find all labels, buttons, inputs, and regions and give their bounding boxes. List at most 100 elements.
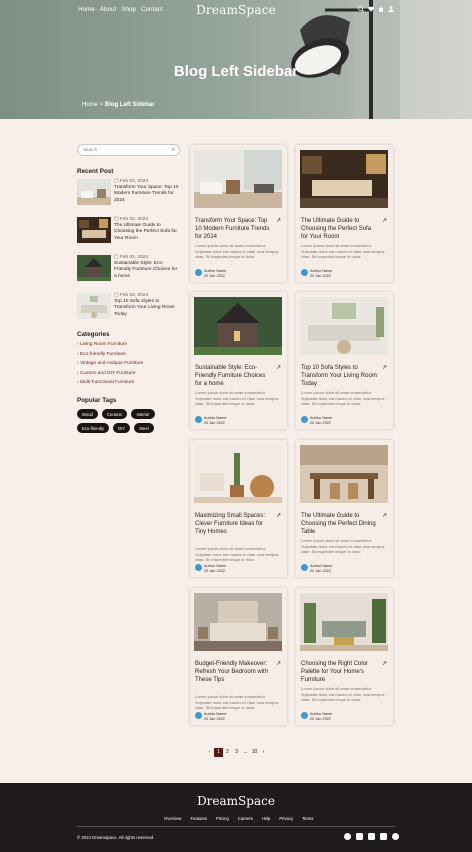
- copyright: © 2024 Dreamspace. All rights reserved.: [77, 835, 155, 840]
- tag-steel[interactable]: Steel: [134, 423, 154, 433]
- arrow-up-right-icon[interactable]: ↗: [276, 364, 281, 371]
- blog-card-title[interactable]: Maximizing Small Spaces: Clever Furnitur…: [195, 512, 273, 536]
- footer-link-terms[interactable]: Terms: [302, 816, 313, 821]
- author-info: Author Name 20 Jan 2022: [204, 712, 227, 721]
- blog-card[interactable]: The Ultimate Guide to Choosing the Perfe…: [296, 145, 393, 282]
- category-item[interactable]: › Multi-Functional Furniture: [77, 380, 180, 385]
- footer-link-privacy[interactable]: Privacy: [279, 816, 293, 821]
- category-item[interactable]: › Living Room Furniture: [77, 342, 180, 347]
- bag-icon[interactable]: [378, 6, 384, 12]
- blog-card[interactable]: Transform Your Space: Top 10 Modern Furn…: [190, 145, 287, 282]
- facebook-icon[interactable]: [344, 833, 351, 840]
- footer-links: Overview Features Pricing Careers Help P…: [164, 816, 322, 821]
- search-input[interactable]: Search ⌕: [77, 144, 180, 156]
- sidebar: Search ⌕ Recent Post ▢ Feb 02, 2024 Trans…: [77, 144, 180, 433]
- recent-post-item[interactable]: ▢ Feb 02, 2024 Sustainable Style: Eco-Fri…: [77, 255, 180, 281]
- blog-card-title[interactable]: Budget-Friendly Makeover: Refresh Your B…: [195, 660, 273, 684]
- arrow-up-right-icon[interactable]: ↗: [382, 217, 387, 224]
- blog-card-title[interactable]: Top 10 Sofa Styles to Transform Your Liv…: [301, 364, 379, 388]
- recent-post-thumbnail: [77, 179, 111, 205]
- arrow-up-right-icon[interactable]: ↗: [276, 512, 281, 519]
- category-item[interactable]: › Vintage and Antique Furniture: [77, 361, 180, 366]
- recent-post-item[interactable]: ▢ Feb 02, 2024 Top 10 Sofa Styles to Tran…: [77, 293, 180, 319]
- heart-icon[interactable]: [368, 6, 374, 12]
- blog-card-title[interactable]: Choosing the Right Color Palette for You…: [301, 660, 379, 684]
- search-icon[interactable]: [358, 6, 365, 13]
- arrow-up-right-icon[interactable]: ↗: [276, 217, 281, 224]
- tag-diy[interactable]: DIY: [113, 423, 131, 433]
- author-info: Author Name 20 Jan 2022: [204, 269, 227, 278]
- recent-post-title[interactable]: Top 10 Sofa Styles to Transform Your Liv…: [114, 299, 180, 318]
- blog-card[interactable]: Choosing the Right Color Palette for You…: [296, 588, 393, 725]
- tag-wood[interactable]: Wood: [77, 409, 98, 419]
- blog-card-title[interactable]: Sustainable Style: Eco-Friendly Furnitur…: [195, 364, 273, 388]
- pagination-next[interactable]: ›: [259, 748, 268, 757]
- blog-card-title[interactable]: The Ultimate Guide to Choosing the Perfe…: [301, 512, 379, 536]
- arrow-up-right-icon[interactable]: ↗: [382, 660, 387, 667]
- blog-card-excerpt: Lorem ipsum dolor sit amet consectetur. …: [195, 546, 279, 562]
- breadcrumb: Home > Blog Left Sidebar: [82, 102, 155, 108]
- author-info: Author Name 20 Jan 2022: [204, 416, 227, 425]
- recent-post-date: ▢ Feb 02, 2024: [114, 179, 149, 184]
- categories-heading: Categories: [77, 331, 110, 338]
- footer-link-pricing[interactable]: Pricing: [216, 816, 229, 821]
- pagination-page-1[interactable]: 1: [214, 748, 223, 757]
- blog-card-excerpt: Lorem ipsum dolor sit amet consectetur. …: [301, 686, 385, 702]
- pagination-page-last[interactable]: 10: [250, 748, 259, 757]
- blog-card[interactable]: Top 10 Sofa Styles to Transform Your Liv…: [296, 292, 393, 429]
- avatar: [301, 712, 308, 719]
- recent-post-item[interactable]: ▢ Feb 02, 2024 The Ultimate Guide to Choo…: [77, 217, 180, 243]
- blog-card-title[interactable]: Transform Your Space: Top 10 Modern Furn…: [195, 217, 273, 241]
- arrow-up-right-icon[interactable]: ↗: [276, 660, 281, 667]
- site-logo[interactable]: DreamSpace: [0, 3, 472, 17]
- recent-post-title[interactable]: Sustainable Style: Eco-Friendly Furnitur…: [114, 261, 180, 280]
- pagination-ellipsis: ...: [243, 749, 248, 755]
- tag-eco-friendly[interactable]: Eco-friendly: [77, 423, 110, 433]
- search-icon[interactable]: ⌕: [172, 147, 175, 154]
- blog-card-image: [194, 593, 282, 651]
- page-title: Blog Left Sidebar: [173, 63, 299, 80]
- pagination-prev[interactable]: ‹: [205, 748, 214, 757]
- recent-post-thumbnail: [77, 217, 111, 243]
- arrow-up-right-icon[interactable]: ↗: [382, 512, 387, 519]
- author-info: Author Name 20 Jan 2022: [204, 564, 227, 573]
- blog-card-excerpt: Lorem ipsum dolor sit amet consectetur. …: [301, 243, 385, 259]
- author-info: Author Name 20 Jan 2022: [310, 564, 333, 573]
- blog-card-image: [194, 150, 282, 208]
- tag-interior[interactable]: Interior: [131, 409, 155, 419]
- blog-card-excerpt: Lorem ipsum dolor sit amet consectetur. …: [195, 694, 279, 710]
- recent-post-item[interactable]: ▢ Feb 02, 2024 Transform Your Space: Top …: [77, 179, 180, 205]
- blog-card-title[interactable]: The Ultimate Guide to Choosing the Perfe…: [301, 217, 379, 241]
- youtube-icon[interactable]: [356, 833, 363, 840]
- recent-post-thumbnail: [77, 293, 111, 319]
- footer: DreamSpace Overview Features Pricing Car…: [0, 783, 472, 852]
- social-links: [344, 833, 399, 840]
- breadcrumb-home[interactable]: Home: [82, 102, 98, 108]
- instagram-icon[interactable]: [392, 833, 399, 840]
- pagination-page-2[interactable]: 2: [223, 748, 232, 757]
- avatar: [195, 269, 202, 276]
- tiktok-icon[interactable]: [380, 833, 387, 840]
- category-item[interactable]: › Eco-friendly Furniture: [77, 352, 180, 357]
- blog-card[interactable]: The Ultimate Guide to Choosing the Perfe…: [296, 440, 393, 577]
- footer-logo[interactable]: DreamSpace: [0, 794, 472, 808]
- footer-link-features[interactable]: Features: [190, 816, 207, 821]
- recent-post-title[interactable]: The Ultimate Guide to Choosing the Perfe…: [114, 223, 180, 242]
- pagination-page-3[interactable]: 3: [232, 748, 241, 757]
- footer-link-help[interactable]: Help: [262, 816, 271, 821]
- recent-post-heading: Recent Post: [77, 168, 114, 175]
- linkedin-icon[interactable]: [368, 833, 375, 840]
- blog-card[interactable]: Sustainable Style: Eco-Friendly Furnitur…: [190, 292, 287, 429]
- footer-link-careers[interactable]: Careers: [238, 816, 253, 821]
- footer-link-overview[interactable]: Overview: [164, 816, 181, 821]
- lamp-illustration: [291, 0, 373, 119]
- tag-ceramic[interactable]: Ceramic: [101, 409, 128, 419]
- blog-card[interactable]: Budget-Friendly Makeover: Refresh Your B…: [190, 588, 287, 725]
- category-item[interactable]: › Custom and DIY Furniture: [77, 371, 180, 376]
- blog-card[interactable]: Maximizing Small Spaces: Clever Furnitur…: [190, 440, 287, 577]
- author-info: Author Name 20 Jan 2022: [310, 712, 333, 721]
- arrow-up-right-icon[interactable]: ↗: [382, 364, 387, 371]
- recent-post-title[interactable]: Transform Your Space: Top 10 Modern Furn…: [114, 185, 180, 204]
- user-icon[interactable]: [388, 6, 394, 12]
- blog-card-image: [194, 445, 282, 503]
